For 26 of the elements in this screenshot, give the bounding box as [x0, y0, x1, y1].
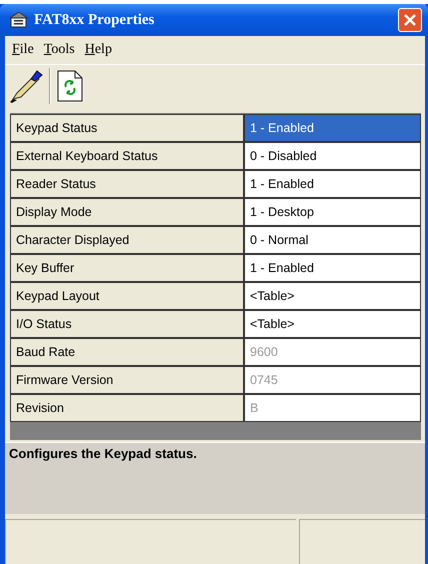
property-name[interactable]: Display Mode: [11, 199, 243, 225]
property-name[interactable]: Character Displayed: [11, 227, 243, 253]
property-value[interactable]: <Table>: [245, 311, 420, 337]
property-value[interactable]: 0 - Normal: [245, 227, 420, 253]
properties-icon: [10, 12, 28, 28]
property-name[interactable]: External Keyboard Status: [11, 143, 243, 169]
refresh-icon[interactable]: [57, 70, 83, 102]
property-name[interactable]: Keypad Status: [11, 115, 243, 141]
property-name[interactable]: I/O Status: [11, 311, 243, 337]
property-value[interactable]: 1 - Enabled: [245, 115, 420, 141]
property-value[interactable]: 1 - Desktop: [245, 199, 420, 225]
menu-item[interactable]: File: [7, 42, 39, 58]
menu-item[interactable]: Tools: [38, 42, 80, 58]
property-value[interactable]: 0 - Disabled: [245, 143, 420, 169]
close-icon: [403, 13, 417, 27]
pen-icon[interactable]: [9, 69, 43, 103]
description-text: Configures the Keypad status.: [9, 446, 197, 461]
property-name[interactable]: Key Buffer: [11, 255, 243, 281]
property-value[interactable]: 1 - Enabled: [245, 171, 420, 197]
close-button[interactable]: [398, 8, 422, 32]
property-value[interactable]: <Table>: [245, 283, 420, 309]
window-title: FAT8xx Properties: [34, 12, 156, 28]
property-name[interactable]: Reader Status: [11, 171, 243, 197]
menu-item[interactable]: Help: [80, 42, 117, 58]
property-name[interactable]: Keypad Layout: [11, 283, 243, 309]
property-value[interactable]: 1 - Enabled: [245, 255, 420, 281]
